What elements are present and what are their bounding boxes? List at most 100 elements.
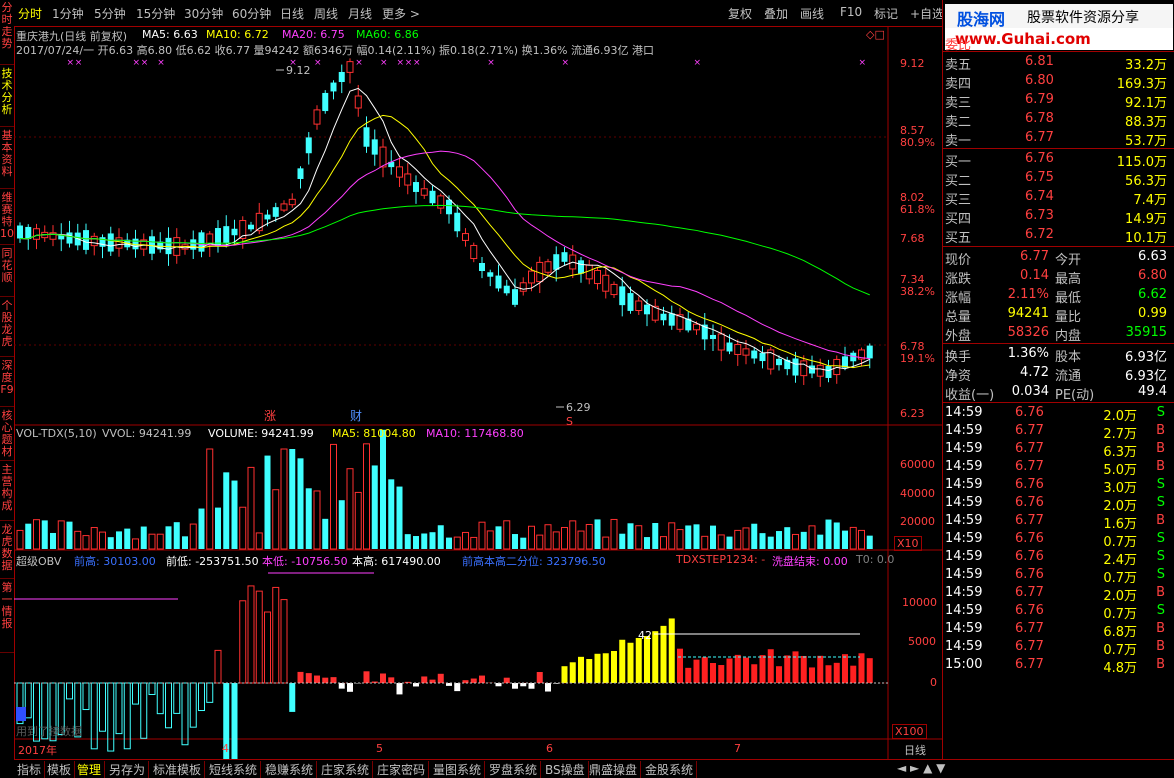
tab-1min[interactable]: 1分钟 xyxy=(52,5,84,22)
stat-value-2: 6.93亿 xyxy=(1125,346,1167,365)
btn-guanli[interactable]: 管理 xyxy=(74,761,105,778)
tab-fuquan[interactable]: 复权 xyxy=(728,5,752,22)
volume-bar xyxy=(652,523,658,549)
tick-bs: S xyxy=(1157,549,1165,564)
volume-bar xyxy=(446,538,452,549)
volume-bar xyxy=(223,472,229,549)
tab-diejia[interactable]: 叠加 xyxy=(764,5,788,22)
left-tab-longhushuju[interactable]: 龙虎数据 xyxy=(0,524,14,579)
tab-5min[interactable]: 5分钟 xyxy=(94,5,126,22)
obv-bar xyxy=(232,683,238,759)
btn-zhibiao[interactable]: 指标 xyxy=(14,761,45,778)
left-tab-weisaite[interactable]: 维赛特10 xyxy=(0,192,14,245)
quote-row: 外盘58326内盘35915 xyxy=(943,324,1171,343)
tick-row: 14:596.760.7万S xyxy=(943,530,1171,549)
volume-bar xyxy=(133,539,139,549)
tick-bs: S xyxy=(1157,405,1165,420)
tab-huaxian[interactable]: 画线 xyxy=(800,5,824,22)
candle xyxy=(446,195,452,223)
tab-weekly[interactable]: 周线 xyxy=(314,5,338,22)
obv-bar xyxy=(570,662,576,683)
candle xyxy=(669,306,675,330)
volume-bar xyxy=(347,469,353,549)
volume-bar xyxy=(372,465,378,549)
sell-price: 6.79 xyxy=(1025,92,1054,107)
volume-bar xyxy=(685,525,691,549)
volume-bar xyxy=(562,527,568,549)
btn-biaozhunmuban[interactable]: 标准模板 xyxy=(150,761,205,778)
btn-wenzhuan[interactable]: 稳赚系统 xyxy=(262,761,317,778)
quote-value: 94241 xyxy=(1008,306,1049,321)
volume-bar xyxy=(702,536,708,549)
obv-bar xyxy=(331,677,337,683)
left-tab-jiben[interactable]: 基本资料 xyxy=(0,130,14,189)
tab-zixuan[interactable]: +自选 xyxy=(910,5,944,22)
sell-row: 卖二6.7888.3万 xyxy=(943,110,1171,129)
tick-price: 6.76 xyxy=(1015,405,1044,420)
volume-bar xyxy=(438,525,444,549)
volume-bar xyxy=(108,537,114,549)
obv-bar xyxy=(380,674,386,683)
candle xyxy=(58,223,64,251)
brand-url-banner: www.Guhai.com xyxy=(945,28,1173,50)
btn-jingu[interactable]: 金股系统 xyxy=(642,761,697,778)
tick-price: 6.77 xyxy=(1015,513,1044,528)
left-tab-qingbao[interactable]: 第一情报 xyxy=(0,582,14,653)
tick-time: 15:00 xyxy=(945,657,982,672)
tab-biaoji[interactable]: 标记 xyxy=(874,5,898,22)
tab-f10[interactable]: F10 xyxy=(840,5,862,19)
obv-bar xyxy=(265,612,271,683)
tick-volume: 4.8万 xyxy=(1103,657,1137,676)
obv-bar xyxy=(364,671,370,683)
left-tab-longhu[interactable]: 个股龙虎 xyxy=(0,300,14,357)
vol-axis-40000: 40000 xyxy=(900,487,935,500)
left-tab-zhuying[interactable]: 主营构成 xyxy=(0,464,14,521)
tab-30min[interactable]: 30分钟 xyxy=(184,5,223,22)
btn-liangtu[interactable]: 量图系统 xyxy=(430,761,485,778)
btn-zhuangjia[interactable]: 庄家系统 xyxy=(318,761,373,778)
btn-bscaopan[interactable]: BS操盘 xyxy=(542,761,589,778)
quote-label: 外盘 xyxy=(945,325,971,344)
left-tab-fenshi[interactable]: 分时走势 xyxy=(0,2,14,65)
diamond-icon[interactable]: ◇□ xyxy=(866,28,885,41)
tab-60min[interactable]: 60分钟 xyxy=(232,5,271,22)
obv-bar xyxy=(537,672,543,683)
obv-bar xyxy=(603,653,609,683)
quote-value: 2.11% xyxy=(1008,287,1049,302)
btn-zhuangjiamima[interactable]: 庄家密码 xyxy=(374,761,429,778)
tick-time: 14:59 xyxy=(945,585,982,600)
btn-muban[interactable]: 模板 xyxy=(44,761,75,778)
tab-monthly[interactable]: 月线 xyxy=(348,5,372,22)
tick-time: 14:59 xyxy=(945,441,982,456)
tab-15min[interactable]: 15分钟 xyxy=(136,5,175,22)
obv-bar xyxy=(842,654,848,683)
scroll-arrows[interactable]: ◄ ► ▲ ▼ xyxy=(894,761,948,775)
sell-volume: 33.2万 xyxy=(1125,54,1167,73)
left-tab-tonghuashun[interactable]: 同花顺 xyxy=(0,248,14,297)
tab-more[interactable]: 更多 > xyxy=(382,5,420,22)
btn-duanxian[interactable]: 短线系统 xyxy=(206,761,261,778)
signal-mark: × xyxy=(562,58,570,68)
chart-area[interactable]: ×××××××××××××××× 9.12 6.29 涨 财 S 42 用到了接… xyxy=(14,27,942,759)
volume-bar xyxy=(694,524,700,549)
tick-bs: B xyxy=(1156,441,1165,456)
volume-bar xyxy=(248,467,254,549)
buy-label: 买二 xyxy=(945,170,971,189)
btn-luopan[interactable]: 罗盘系统 xyxy=(486,761,541,778)
vol-vvol: VVOL: 94241.99 xyxy=(102,427,191,440)
btn-dingsheng[interactable]: 鼎盛操盘 xyxy=(586,761,641,778)
volume-bar xyxy=(867,536,873,549)
sell-row: 卖三6.7992.1万 xyxy=(943,91,1171,110)
left-tab-ticai[interactable]: 核心题材 xyxy=(0,410,14,461)
buy-volume: 115.0万 xyxy=(1117,151,1167,170)
tab-fenshi[interactable]: 分时 xyxy=(18,5,42,22)
btn-lingcunwei[interactable]: 另存为 xyxy=(106,761,149,778)
buy-price: 6.76 xyxy=(1025,151,1054,166)
volume-bar xyxy=(570,521,576,549)
volume-bar xyxy=(793,534,799,549)
left-tab-jishu[interactable]: 技术分析 xyxy=(0,68,14,127)
volume-bar xyxy=(487,531,493,549)
tab-daily[interactable]: 日线 xyxy=(280,5,304,22)
left-tab-shendu[interactable]: 深度F9 xyxy=(0,360,14,407)
obv-bar xyxy=(339,683,345,689)
